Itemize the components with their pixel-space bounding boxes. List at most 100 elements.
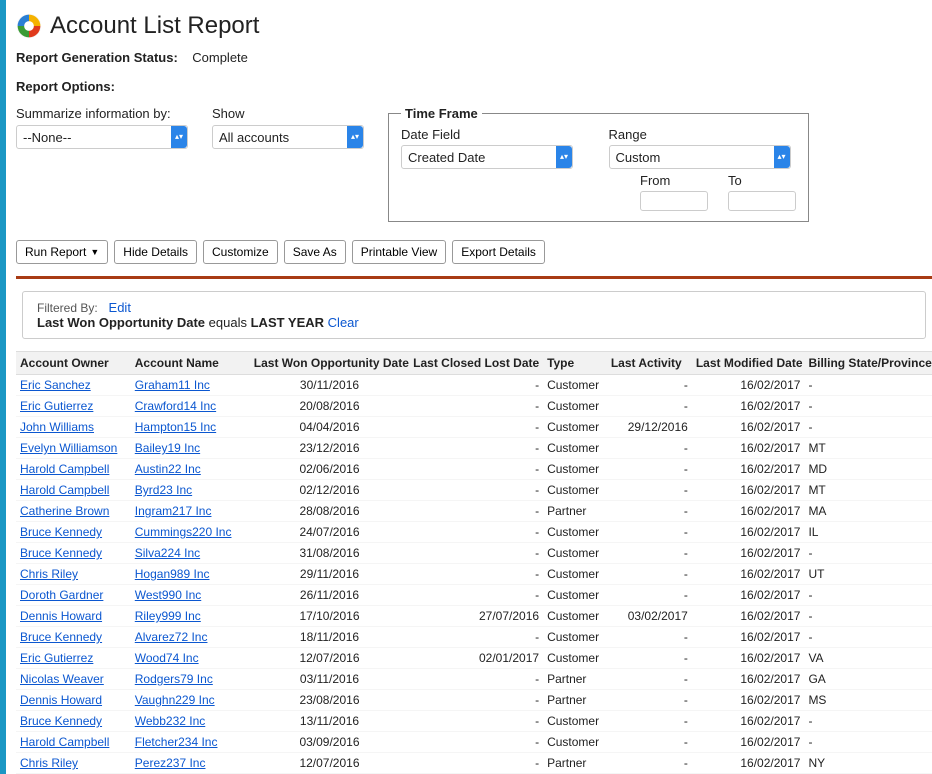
cell-last-won: 04/04/2016 bbox=[250, 417, 409, 438]
cell-type: Partner bbox=[543, 501, 607, 522]
owner-link[interactable]: Bruce Kennedy bbox=[20, 546, 102, 560]
owner-link[interactable]: John Williams bbox=[20, 420, 94, 434]
owner-link[interactable]: Nicolas Weaver bbox=[20, 672, 104, 686]
cell-last-closed: - bbox=[409, 669, 543, 690]
cell-last-activity: - bbox=[607, 690, 692, 711]
cell-last-modified: 16/02/2017 bbox=[692, 459, 805, 480]
account-name-link[interactable]: Byrd23 Inc bbox=[135, 483, 192, 497]
account-name-link[interactable]: Fletcher234 Inc bbox=[135, 735, 218, 749]
account-name-link[interactable]: Graham11 Inc bbox=[135, 378, 210, 392]
owner-link[interactable]: Eric Gutierrez bbox=[20, 651, 93, 665]
account-name-link[interactable]: West990 Inc bbox=[135, 588, 201, 602]
cell-last-closed: - bbox=[409, 564, 543, 585]
run-report-button[interactable]: Run Report ▼ bbox=[16, 240, 108, 264]
from-input[interactable] bbox=[640, 191, 708, 211]
date-field-select[interactable]: Created Date ▴▾ bbox=[401, 145, 573, 169]
cell-billing: MT bbox=[804, 480, 932, 501]
col-header-last-modified[interactable]: Last Modified Date bbox=[692, 352, 805, 375]
cell-last-closed: - bbox=[409, 732, 543, 753]
cell-last-modified: 16/02/2017 bbox=[692, 396, 805, 417]
owner-link[interactable]: Bruce Kennedy bbox=[20, 630, 102, 644]
table-row: Catherine BrownIngram217 Inc28/08/2016-P… bbox=[16, 501, 932, 522]
cell-last-activity: - bbox=[607, 564, 692, 585]
account-name-link[interactable]: Cummings220 Inc bbox=[135, 525, 232, 539]
from-label: From bbox=[640, 173, 708, 188]
account-name-link[interactable]: Crawford14 Inc bbox=[135, 399, 216, 413]
col-header-last-activity[interactable]: Last Activity bbox=[607, 352, 692, 375]
cell-last-modified: 16/02/2017 bbox=[692, 669, 805, 690]
account-name-link[interactable]: Rodgers79 Inc bbox=[135, 672, 213, 686]
owner-link[interactable]: Evelyn Williamson bbox=[20, 441, 117, 455]
account-name-link[interactable]: Riley999 Inc bbox=[135, 609, 201, 623]
account-name-link[interactable]: Bailey19 Inc bbox=[135, 441, 200, 455]
cell-billing: - bbox=[804, 732, 932, 753]
report-options-label: Report Options: bbox=[16, 79, 932, 94]
account-name-link[interactable]: Ingram217 Inc bbox=[135, 504, 212, 518]
cell-last-closed: - bbox=[409, 753, 543, 774]
owner-link[interactable]: Bruce Kennedy bbox=[20, 525, 102, 539]
account-name-link[interactable]: Wood74 Inc bbox=[135, 651, 199, 665]
account-name-link[interactable]: Austin22 Inc bbox=[135, 462, 201, 476]
customize-button[interactable]: Customize bbox=[203, 240, 278, 264]
time-frame-fieldset: Time Frame Date Field Created Date ▴▾ Ra… bbox=[388, 106, 809, 222]
owner-link[interactable]: Dennis Howard bbox=[20, 693, 102, 707]
account-name-link[interactable]: Silva224 Inc bbox=[135, 546, 200, 560]
cell-last-won: 17/10/2016 bbox=[250, 606, 409, 627]
show-select[interactable]: All accounts ▴▾ bbox=[212, 125, 364, 149]
owner-link[interactable]: Dennis Howard bbox=[20, 609, 102, 623]
cell-type: Partner bbox=[543, 753, 607, 774]
printable-view-button[interactable]: Printable View bbox=[352, 240, 447, 264]
cell-last-won: 03/09/2016 bbox=[250, 732, 409, 753]
owner-link[interactable]: Eric Gutierrez bbox=[20, 399, 93, 413]
run-report-label: Run Report bbox=[25, 245, 86, 259]
col-header-name[interactable]: Account Name bbox=[131, 352, 250, 375]
account-name-link[interactable]: Perez237 Inc bbox=[135, 756, 206, 770]
owner-link[interactable]: Harold Campbell bbox=[20, 483, 109, 497]
account-name-link[interactable]: Vaughn229 Inc bbox=[135, 693, 215, 707]
hide-details-button[interactable]: Hide Details bbox=[114, 240, 197, 264]
cell-type: Customer bbox=[543, 606, 607, 627]
cell-last-activity: 29/12/2016 bbox=[607, 417, 692, 438]
cell-type: Customer bbox=[543, 585, 607, 606]
owner-link[interactable]: Harold Campbell bbox=[20, 462, 109, 476]
cell-last-modified: 16/02/2017 bbox=[692, 522, 805, 543]
cell-last-activity: - bbox=[607, 711, 692, 732]
cell-last-won: 02/06/2016 bbox=[250, 459, 409, 480]
owner-link[interactable]: Chris Riley bbox=[20, 756, 78, 770]
col-header-last-won[interactable]: Last Won Opportunity Date bbox=[250, 352, 409, 375]
cell-last-closed: - bbox=[409, 417, 543, 438]
cell-last-closed: 02/01/2017 bbox=[409, 648, 543, 669]
owner-link[interactable]: Chris Riley bbox=[20, 567, 78, 581]
save-as-button[interactable]: Save As bbox=[284, 240, 346, 264]
to-input[interactable] bbox=[728, 191, 796, 211]
page-title: Account List Report bbox=[50, 12, 259, 40]
owner-link[interactable]: Bruce Kennedy bbox=[20, 714, 102, 728]
account-name-link[interactable]: Hampton15 Inc bbox=[135, 420, 216, 434]
col-header-owner[interactable]: Account Owner bbox=[16, 352, 131, 375]
owner-link[interactable]: Doroth Gardner bbox=[20, 588, 103, 602]
cell-last-closed: - bbox=[409, 522, 543, 543]
cell-last-activity: - bbox=[607, 627, 692, 648]
cell-last-modified: 16/02/2017 bbox=[692, 732, 805, 753]
account-name-link[interactable]: Alvarez72 Inc bbox=[135, 630, 208, 644]
summarize-value: --None-- bbox=[17, 130, 171, 145]
filter-clear-link[interactable]: Clear bbox=[328, 315, 359, 330]
table-row: Nicolas WeaverRodgers79 Inc03/11/2016-Pa… bbox=[16, 669, 932, 690]
owner-link[interactable]: Eric Sanchez bbox=[20, 378, 91, 392]
account-name-link[interactable]: Webb232 Inc bbox=[135, 714, 206, 728]
cell-billing: UT bbox=[804, 564, 932, 585]
col-header-type[interactable]: Type bbox=[543, 352, 607, 375]
col-header-billing[interactable]: Billing State/Province bbox=[804, 352, 932, 375]
range-select[interactable]: Custom ▴▾ bbox=[609, 145, 791, 169]
col-header-last-closed[interactable]: Last Closed Lost Date bbox=[409, 352, 543, 375]
cell-last-closed: - bbox=[409, 585, 543, 606]
account-name-link[interactable]: Hogan989 Inc bbox=[135, 567, 210, 581]
filter-edit-link[interactable]: Edit bbox=[109, 300, 131, 315]
summarize-select[interactable]: --None-- ▴▾ bbox=[16, 125, 188, 149]
owner-link[interactable]: Catherine Brown bbox=[20, 504, 109, 518]
export-details-button[interactable]: Export Details bbox=[452, 240, 545, 264]
cell-last-modified: 16/02/2017 bbox=[692, 711, 805, 732]
cell-last-modified: 16/02/2017 bbox=[692, 438, 805, 459]
table-row: Harold CampbellAustin22 Inc02/06/2016-Cu… bbox=[16, 459, 932, 480]
owner-link[interactable]: Harold Campbell bbox=[20, 735, 109, 749]
